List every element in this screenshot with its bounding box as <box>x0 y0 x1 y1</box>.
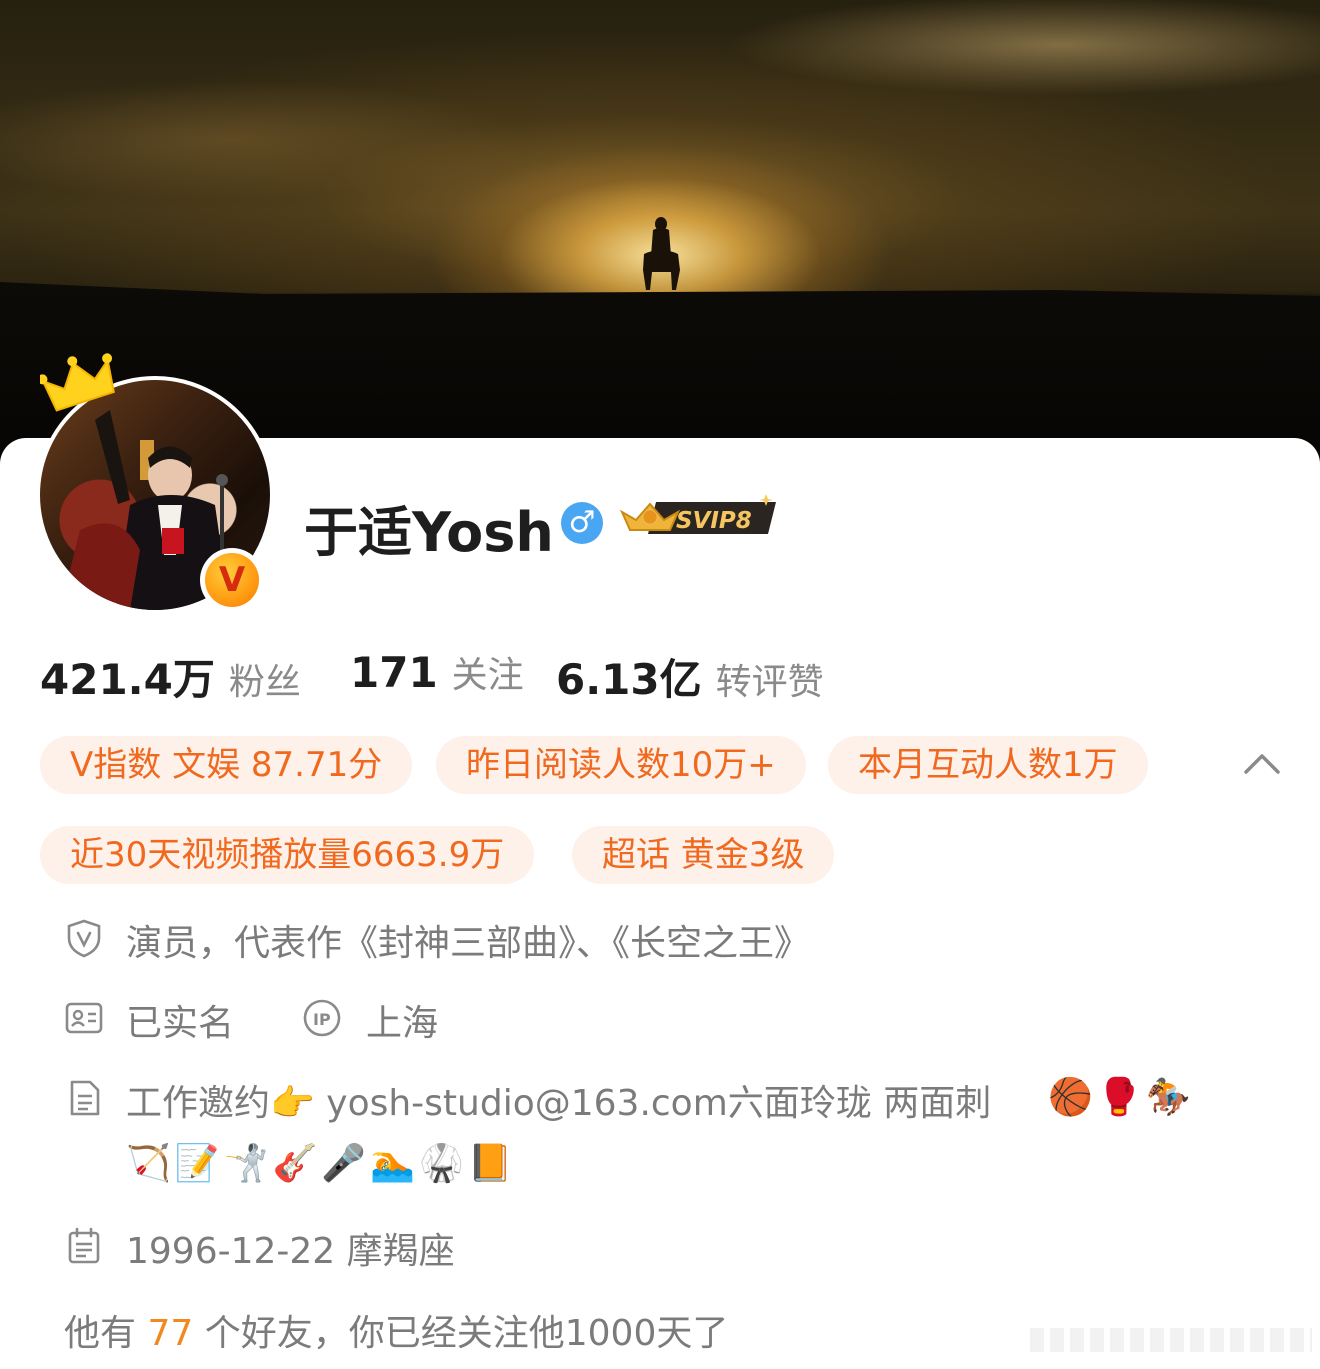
stat-label: 关注 <box>451 655 524 696</box>
friends-summary[interactable]: 他有 77 个好友，你已经关注他1000天了 <box>64 1304 728 1356</box>
id-card-icon <box>65 1002 103 1034</box>
ip-location-text: 上海 <box>366 1003 439 1044</box>
shield-v-icon <box>67 919 101 958</box>
chip-yesterday-readers[interactable]: 昨日阅读人数10万+ <box>436 736 806 794</box>
calendar-icon <box>68 1227 100 1264</box>
watermark-stripes <box>1030 1328 1312 1352</box>
gender-male-icon: ♂ <box>561 502 603 544</box>
chevron-up-icon[interactable] <box>1238 748 1286 778</box>
bio-emojis-line1: 🏀🥊🏇 <box>1048 1077 1195 1118</box>
stat-label: 转评赞 <box>715 662 824 703</box>
ip-icon: IP <box>303 999 341 1037</box>
friends-suffix: 个好友，你已经关注他1000天了 <box>204 1313 729 1354</box>
stat-followers[interactable]: 421.4万 粉丝 <box>40 646 301 707</box>
stat-value: 421.4万 <box>40 655 215 704</box>
chip-monthly-interactions[interactable]: 本月互动人数1万 <box>828 736 1148 794</box>
stat-value: 6.13亿 <box>556 655 702 704</box>
crown-icon <box>40 353 115 412</box>
bio-emojis-line2: 🏹📝🤺🎸🎤🏊🥋📙 <box>126 1143 517 1184</box>
realname-text: 已实名 <box>126 1003 235 1044</box>
profile-name: 于适Yosh <box>304 501 554 564</box>
svip-badge[interactable]: SVIP8 <box>616 490 780 546</box>
bio-text: 工作邀约👉 yosh-studio@163.com六面玲珑 两面刺 <box>126 1083 992 1124</box>
stat-value: 171 <box>350 648 438 697</box>
cover-rider-silhouette <box>643 217 680 290</box>
chip-super-topic[interactable]: 超话 黄金3级 <box>572 826 835 884</box>
svip-label: SVIP8 <box>676 508 752 534</box>
friends-count[interactable]: 77 <box>147 1313 193 1354</box>
verified-v-icon: V <box>205 553 259 607</box>
stat-label: 粉丝 <box>228 662 301 703</box>
chip-video-plays[interactable]: 近30天视频播放量6663.9万 <box>40 826 535 884</box>
birthday-text: 1996-12-22 摩羯座 <box>126 1231 455 1272</box>
identity-row: 已实名 IP 上海 <box>64 994 564 1044</box>
stat-likes[interactable]: 6.13亿 转评赞 <box>556 646 824 707</box>
document-icon <box>70 1080 100 1116</box>
verification-text: 演员，代表作《封神三部曲》、《长空之王》 <box>126 923 811 964</box>
svg-text:IP: IP <box>313 1010 331 1029</box>
verified-badge: V <box>200 548 264 612</box>
friends-prefix: 他有 <box>64 1313 137 1354</box>
stat-following[interactable]: 171 关注 <box>350 646 524 698</box>
chip-v-index[interactable]: V指数 文娱 87.71分 <box>40 736 413 794</box>
